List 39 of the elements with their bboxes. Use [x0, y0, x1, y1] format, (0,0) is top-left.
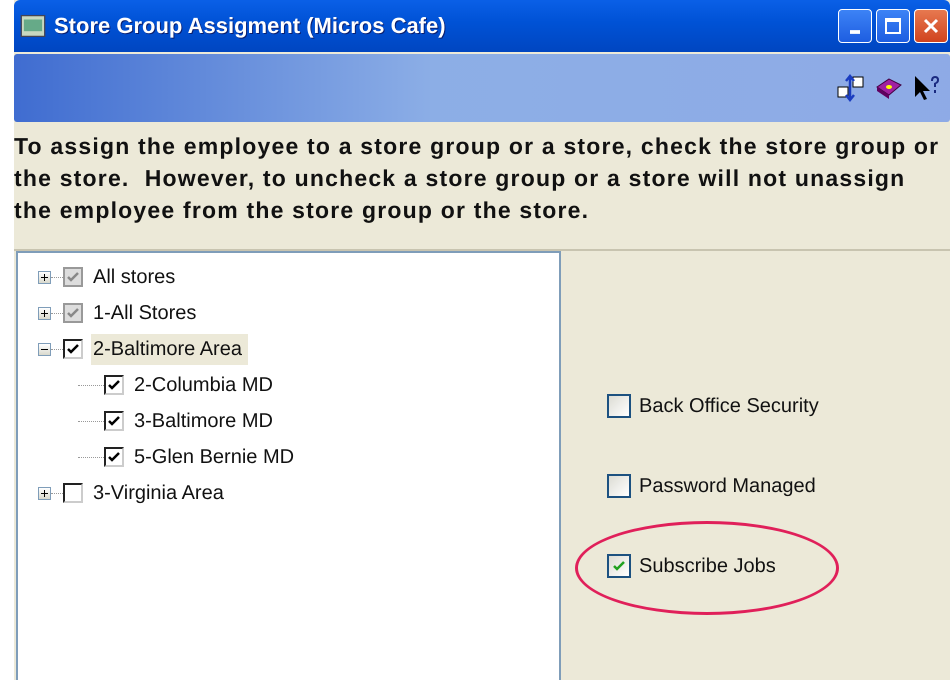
- checkbox[interactable]: [607, 554, 631, 578]
- checkbox[interactable]: [104, 411, 124, 431]
- app-icon: [20, 13, 46, 39]
- check-icon: [66, 306, 80, 320]
- tree-item[interactable]: 2-Baltimore Area: [91, 334, 248, 364]
- checkbox[interactable]: [104, 447, 124, 467]
- tree-item[interactable]: 2-Columbia MD: [132, 370, 279, 400]
- minimize-icon: [850, 30, 860, 34]
- tree-item[interactable]: 3-Virginia Area: [91, 478, 230, 508]
- check-icon: [612, 559, 626, 573]
- window-title: Store Group Assigment (Micros Cafe): [54, 13, 447, 39]
- option-label[interactable]: Back Office Security: [639, 394, 819, 418]
- option-label[interactable]: Subscribe Jobs: [639, 554, 776, 578]
- tree-item[interactable]: 3-Baltimore MD: [132, 406, 279, 436]
- close-icon: [921, 16, 941, 36]
- checkbox[interactable]: [63, 483, 83, 503]
- minimize-button[interactable]: [838, 9, 872, 43]
- transfer-icon[interactable]: [836, 73, 866, 103]
- plus-icon: [39, 272, 50, 282]
- check-icon: [107, 378, 121, 392]
- checkbox[interactable]: [104, 375, 124, 395]
- instruction-text: To assign the employee to a store group or a store, check the store group or the store. However, to uncheck a store group or a store will not unassign the employee from the store group or the store.: [14, 132, 940, 225]
- help-pointer-icon[interactable]: [912, 73, 942, 103]
- checkbox[interactable]: [607, 394, 631, 418]
- expand-toggle[interactable]: [38, 486, 51, 500]
- plus-icon: [39, 488, 50, 498]
- expand-toggle[interactable]: [38, 342, 51, 356]
- option-label[interactable]: Password Managed: [639, 474, 816, 498]
- check-icon: [66, 270, 80, 284]
- maximize-button[interactable]: [876, 9, 910, 43]
- checkbox[interactable]: [607, 474, 631, 498]
- plus-icon: [39, 308, 50, 318]
- checkbox[interactable]: [63, 339, 83, 359]
- check-icon: [66, 342, 80, 356]
- check-icon: [107, 414, 121, 428]
- tree-item[interactable]: 5-Glen Bernie MD: [132, 442, 300, 472]
- close-button[interactable]: [914, 9, 948, 43]
- maximize-icon: [883, 16, 903, 36]
- check-icon: [107, 450, 121, 464]
